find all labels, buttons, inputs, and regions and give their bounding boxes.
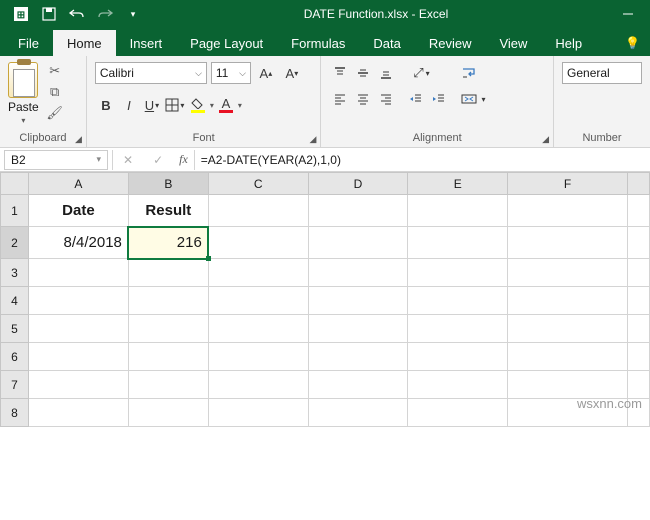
tab-formulas[interactable]: Formulas [277, 30, 359, 56]
bold-button[interactable]: B [95, 94, 117, 116]
tab-page-layout[interactable]: Page Layout [176, 30, 277, 56]
decrease-font-icon[interactable]: A▾ [281, 62, 303, 84]
tell-me[interactable]: 💡 [615, 30, 650, 56]
group-number: Number [562, 130, 642, 147]
excel-icon: ⊞ [8, 2, 34, 26]
tab-home[interactable]: Home [53, 30, 116, 56]
number-format-combo[interactable]: General [562, 62, 642, 84]
row-header-7[interactable]: 7 [1, 371, 29, 399]
lightbulb-icon: 💡 [625, 36, 640, 50]
cell-b1[interactable]: Result [128, 195, 208, 227]
row-header-1[interactable]: 1 [1, 195, 29, 227]
align-right-icon[interactable] [375, 88, 397, 110]
cell-a1[interactable]: Date [28, 195, 128, 227]
align-middle-icon[interactable] [352, 62, 374, 84]
qat-customize-icon[interactable]: ▾ [120, 2, 146, 26]
cell-e2[interactable] [408, 227, 508, 259]
col-header-c[interactable]: C [208, 173, 308, 195]
watermark: wsxnn.com [577, 396, 642, 411]
tab-insert[interactable]: Insert [116, 30, 177, 56]
minimize-button[interactable] [606, 0, 650, 28]
group-clipboard: Clipboard◢ [8, 130, 78, 147]
launcher-icon[interactable]: ◢ [542, 134, 549, 145]
row-header-8[interactable]: 8 [1, 399, 29, 427]
cell-e1[interactable] [408, 195, 508, 227]
increase-font-icon[interactable]: A▴ [255, 62, 277, 84]
svg-text:⊞: ⊞ [17, 10, 25, 21]
borders-button[interactable]: ▾ [164, 94, 186, 116]
tab-data[interactable]: Data [359, 30, 414, 56]
fill-color-button[interactable] [187, 94, 209, 116]
fill-handle[interactable] [206, 256, 211, 261]
col-header-b[interactable]: B [128, 173, 208, 195]
italic-button[interactable]: I [118, 94, 140, 116]
tab-file[interactable]: File [4, 30, 53, 56]
redo-icon[interactable] [92, 2, 118, 26]
col-header-d[interactable]: D [308, 173, 408, 195]
group-alignment: Alignment◢ [329, 130, 545, 147]
row-header-5[interactable]: 5 [1, 315, 29, 343]
increase-indent-icon[interactable] [428, 88, 450, 110]
wrap-text-button[interactable] [460, 62, 540, 84]
row-header-2[interactable]: 2 [1, 227, 29, 259]
accept-formula-icon[interactable]: ✓ [143, 149, 173, 171]
cell-a2[interactable]: 8/4/2018 [28, 227, 128, 259]
row-header-4[interactable]: 4 [1, 287, 29, 315]
launcher-icon[interactable]: ◢ [310, 134, 317, 145]
window-title: DATE Function.xlsx - Excel [146, 7, 606, 21]
underline-button[interactable]: U▾ [141, 94, 163, 116]
save-icon[interactable] [36, 2, 62, 26]
cut-icon[interactable]: ✂ [45, 62, 65, 80]
select-all-corner[interactable] [1, 173, 29, 195]
col-header-e[interactable]: E [408, 173, 508, 195]
cell-d2[interactable] [308, 227, 408, 259]
decrease-indent-icon[interactable] [405, 88, 427, 110]
align-left-icon[interactable] [329, 88, 351, 110]
launcher-icon[interactable]: ◢ [75, 134, 82, 145]
tab-view[interactable]: View [485, 30, 541, 56]
undo-icon[interactable] [64, 2, 90, 26]
tab-review[interactable]: Review [415, 30, 486, 56]
col-header-f[interactable]: F [508, 173, 628, 195]
group-font: Font◢ [95, 130, 313, 147]
col-header-a[interactable]: A [28, 173, 128, 195]
name-box[interactable]: B2▾ [4, 150, 108, 170]
merge-center-button[interactable]: ▾ [460, 88, 540, 110]
font-name-combo[interactable]: Calibri⌵ [95, 62, 207, 84]
font-size-combo[interactable]: 11⌵ [211, 62, 251, 84]
cell-c1[interactable] [208, 195, 308, 227]
cell-f1[interactable] [508, 195, 628, 227]
orientation-icon[interactable]: ⤢▾ [405, 62, 437, 84]
align-center-icon[interactable] [352, 88, 374, 110]
cancel-formula-icon[interactable]: ✕ [113, 149, 143, 171]
cell-d1[interactable] [308, 195, 408, 227]
col-header-blank[interactable] [627, 173, 649, 195]
row-header-6[interactable]: 6 [1, 343, 29, 371]
cell-b2[interactable]: 216 [128, 227, 208, 259]
cell-c2[interactable] [208, 227, 308, 259]
tab-help[interactable]: Help [541, 30, 596, 56]
fx-icon[interactable]: fx [173, 152, 194, 167]
paste-button[interactable]: Paste [8, 100, 39, 114]
align-top-icon[interactable] [329, 62, 351, 84]
formula-bar-input[interactable] [195, 149, 650, 171]
cell-f2[interactable] [508, 227, 628, 259]
paste-icon[interactable] [8, 62, 38, 98]
font-color-button[interactable]: A [215, 94, 237, 116]
copy-icon[interactable]: ⧉ [45, 83, 65, 101]
row-header-3[interactable]: 3 [1, 259, 29, 287]
format-painter-icon[interactable]: 🖌 [45, 104, 65, 122]
align-bottom-icon[interactable] [375, 62, 397, 84]
